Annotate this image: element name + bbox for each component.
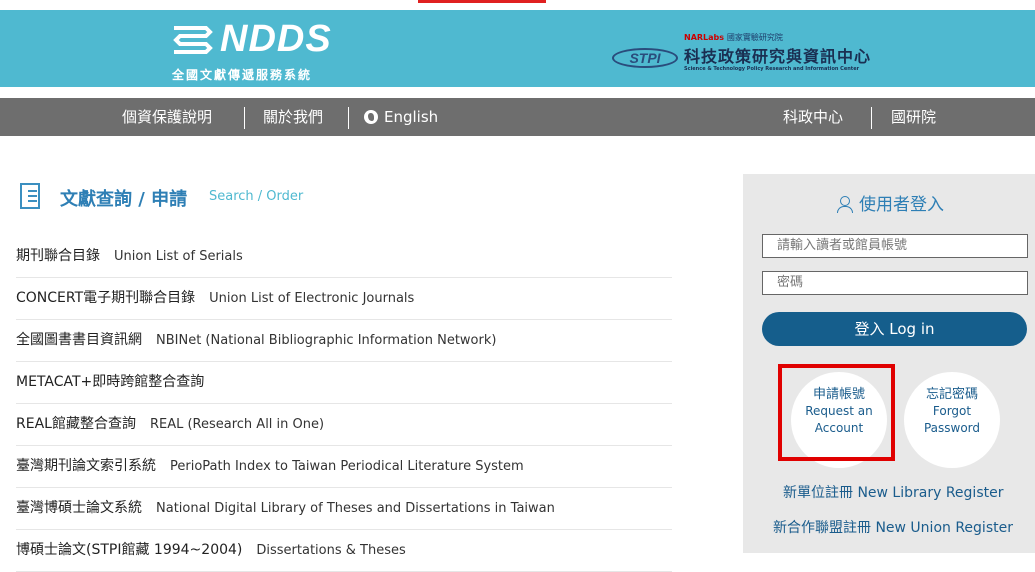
forgot-password-button[interactable]: 忘記密碼 Forgot Password xyxy=(904,372,1000,468)
top-red-line xyxy=(418,0,546,3)
section-title-en: Search / Order xyxy=(209,189,304,204)
resource-name-en: National Digital Library of Theses and D… xyxy=(156,501,555,516)
top-strip xyxy=(0,0,1035,10)
resource-name-zh: 全國圖書書目資訊網 xyxy=(16,332,142,348)
top-navbar: 個資保護說明 關於我們 English 科政中心 國研院 xyxy=(0,98,1035,136)
nav-narl[interactable]: 國研院 xyxy=(891,98,936,136)
forgot-password-en: Password xyxy=(923,421,981,435)
resource-name-en: NBINet (National Bibliographic Informati… xyxy=(156,333,497,348)
globe-icon xyxy=(364,110,378,124)
username-input[interactable]: 請輸入讀者或館員帳號 xyxy=(762,234,1028,258)
ndds-logo-icon xyxy=(173,26,213,54)
password-input[interactable]: 密碼 xyxy=(762,271,1028,295)
resource-name-en: PerioPath Index to Taiwan Periodical Lit… xyxy=(170,459,524,474)
login-title: 使用者登入 xyxy=(837,190,944,215)
user-icon xyxy=(837,196,853,213)
list-item[interactable]: 臺灣博碩士論文系統 National Digital Library of The… xyxy=(16,488,672,530)
login-title-label: 使用者登入 xyxy=(859,195,944,215)
nav-divider xyxy=(244,107,245,129)
resource-name-en: Union List of Serials xyxy=(114,249,243,264)
nav-divider xyxy=(871,107,872,129)
resource-list: 期刊聯合目錄 Union List of Serials CONCERT電子期刊聯… xyxy=(16,236,672,572)
resource-name-en: Dissertations & Theses xyxy=(256,543,406,558)
resource-name-zh: 臺灣期刊論文索引系統 xyxy=(16,458,156,474)
site-header: NDDS 全國文獻傳遞服務系統 STPI NARLabs 國家實驗研究院 科技政… xyxy=(0,10,1035,87)
list-item[interactable]: METACAT+即時跨館整合查詢 xyxy=(16,362,672,404)
resource-name-zh: REAL館藏整合查詢 xyxy=(16,416,136,432)
stpi-name-cn: 科技政策研究與資訊中心 xyxy=(684,47,872,66)
nav-about[interactable]: 關於我們 xyxy=(263,98,323,136)
forgot-password-en: Forgot xyxy=(932,404,972,418)
nav-english-label: English xyxy=(384,108,439,126)
resource-name-zh: CONCERT電子期刊聯合目錄 xyxy=(16,290,196,306)
list-item[interactable]: REAL館藏整合查詢 REAL (Research All in One) xyxy=(16,404,672,446)
list-item[interactable]: 臺灣期刊論文索引系統 PerioPath Index to Taiwan Peri… xyxy=(16,446,672,488)
list-item[interactable]: 全國圖書書目資訊網 NBINet (National Bibliographic … xyxy=(16,320,672,362)
resource-name-en: Union List of Electronic Journals xyxy=(209,291,415,306)
stpi-badge: STPI xyxy=(612,48,678,68)
nav-divider xyxy=(348,107,349,129)
highlight-box xyxy=(778,364,895,461)
nav-english[interactable]: English xyxy=(364,98,438,136)
nav-stpi[interactable]: 科政中心 xyxy=(783,98,843,136)
document-icon xyxy=(20,183,40,209)
forgot-password-zh: 忘記密碼 xyxy=(925,387,978,402)
list-item[interactable]: CONCERT電子期刊聯合目錄 Union List of Electronic … xyxy=(16,278,672,320)
stpi-logo[interactable]: STPI NARLabs 國家實驗研究院 科技政策研究與資訊中心 Science… xyxy=(612,32,912,80)
list-item[interactable]: 期刊聯合目錄 Union List of Serials xyxy=(16,236,672,278)
new-library-register-link[interactable]: 新單位註冊 New Library Register xyxy=(783,482,1003,502)
list-item[interactable]: 博碩士論文(STPI館藏 1994~2004) Dissertations & T… xyxy=(16,530,672,572)
narl-label: NARLabs 國家實驗研究院 xyxy=(684,33,783,42)
resource-name-zh: 臺灣博碩士論文系統 xyxy=(16,500,142,516)
new-union-register-link[interactable]: 新合作聯盟註冊 New Union Register xyxy=(773,517,1013,537)
ndds-logo[interactable]: NDDS 全國文獻傳遞服務系統 xyxy=(170,18,360,82)
resource-name-zh: 博碩士論文(STPI館藏 1994~2004) xyxy=(16,542,243,558)
section-title-zh: 文獻查詢 / 申請 xyxy=(60,189,188,210)
resource-name-zh: 期刊聯合目錄 xyxy=(16,248,100,264)
nav-privacy[interactable]: 個資保護說明 xyxy=(122,98,212,136)
logo-name: NDDS xyxy=(220,18,332,60)
stpi-name-en: Science & Technology Policy Research and… xyxy=(684,66,860,72)
resource-name-en: REAL (Research All in One) xyxy=(149,417,325,432)
resource-name-zh: METACAT+即時跨館整合查詢 xyxy=(16,374,205,390)
login-button[interactable]: 登入 Log in xyxy=(762,312,1027,346)
logo-subtitle: 全國文獻傳遞服務系統 xyxy=(172,68,313,82)
